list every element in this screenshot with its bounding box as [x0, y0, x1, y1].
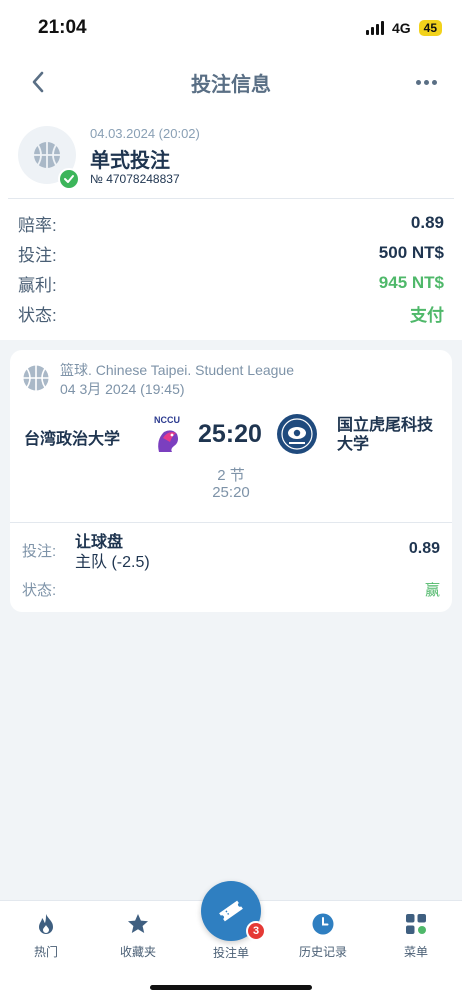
more-options-button[interactable] — [412, 70, 440, 94]
tab-hot[interactable]: 热门 — [0, 901, 92, 971]
back-button[interactable] — [24, 68, 52, 96]
odds-value: 0.89 — [410, 213, 444, 232]
winnings-label: 赢利: — [18, 275, 57, 295]
stake-value: 500 NT$ — [378, 243, 444, 262]
ticket-icon — [219, 900, 243, 922]
winnings-value: 945 NT$ — [378, 273, 444, 292]
bet-number: № 47078248837 — [90, 172, 180, 186]
clock-icon — [310, 911, 336, 937]
event-card[interactable]: 篮球. Chinese Taipei. Student League 04 3月… — [10, 350, 452, 612]
grid-icon — [403, 911, 429, 937]
status-time: 21:04 — [38, 17, 87, 38]
status-value: 支付 — [410, 305, 444, 325]
summary-row-status: 状态: 支付 — [18, 298, 444, 328]
top-header: 投注信息 — [0, 60, 462, 104]
summary-row-winnings: 赢利: 945 NT$ — [18, 268, 444, 298]
tab-favorites[interactable]: 收藏夹 — [92, 901, 184, 971]
basketball-icon — [23, 365, 49, 391]
divider — [10, 522, 452, 523]
status-bar: 21:04 4G 45 — [0, 0, 462, 56]
odds-label: 赔率: — [18, 215, 57, 235]
pick-label: 投注: — [22, 543, 57, 560]
divider — [8, 198, 454, 199]
signal-icon — [365, 21, 384, 35]
tab-label: 热门 — [33, 945, 58, 959]
bet-type: 单式投注 — [90, 150, 170, 172]
summary-row-stake: 投注: 500 NT$ — [18, 238, 444, 268]
status-label: 状态: — [18, 305, 57, 325]
bet-summary: 赔率: 0.89 投注: 500 NT$ 赢利: 945 NT$ 状态: 支付 — [18, 208, 444, 328]
result-value: 赢 — [424, 582, 440, 599]
tab-label: 菜单 — [403, 945, 428, 959]
home-team-name: 台湾政治大学 — [24, 431, 121, 448]
tab-label: 收藏夹 — [119, 945, 156, 959]
tab-menu[interactable]: 菜单 — [370, 901, 462, 971]
chevron-left-icon — [32, 71, 44, 93]
away-team-name: 国立虎尾科技大学 — [337, 417, 434, 453]
home-team-logo: NCCU — [154, 415, 180, 452]
home-indicator — [150, 985, 312, 990]
bet-header: 04.03.2024 (20:02) 单式投注 № 47078248837 — [18, 122, 444, 190]
summary-row-odds: 赔率: 0.89 — [18, 208, 444, 238]
page-title: 投注信息 — [191, 73, 271, 96]
period-score: 25:20 — [212, 484, 250, 501]
tab-label: 投注单 — [212, 946, 249, 960]
event-date: 04 3月 2024 (19:45) — [60, 381, 185, 397]
status-indicators: 4G 45 — [365, 20, 442, 36]
score: 25:20 — [198, 420, 262, 448]
tab-history[interactable]: 历史记录 — [277, 901, 369, 971]
flame-icon — [33, 911, 59, 937]
away-team-logo — [277, 414, 317, 454]
check-icon — [58, 168, 80, 190]
more-icon — [415, 79, 421, 85]
network-type: 4G — [391, 20, 411, 36]
stake-label: 投注: — [18, 245, 57, 265]
result-label: 状态: — [22, 582, 57, 599]
pick-odds: 0.89 — [408, 540, 440, 557]
tab-label: 历史记录 — [298, 945, 347, 959]
star-icon — [125, 911, 151, 937]
pick-selection: 主队 (-2.5) — [75, 554, 150, 571]
league-name: 篮球. Chinese Taipei. Student League — [60, 362, 295, 378]
period-label: 2 节 — [217, 467, 245, 484]
bet-slip-count-badge: 3 — [246, 921, 266, 941]
bet-date: 04.03.2024 (20:02) — [90, 126, 200, 141]
battery-indicator: 45 — [418, 20, 442, 36]
home-logo-text: NCCU — [154, 415, 180, 425]
